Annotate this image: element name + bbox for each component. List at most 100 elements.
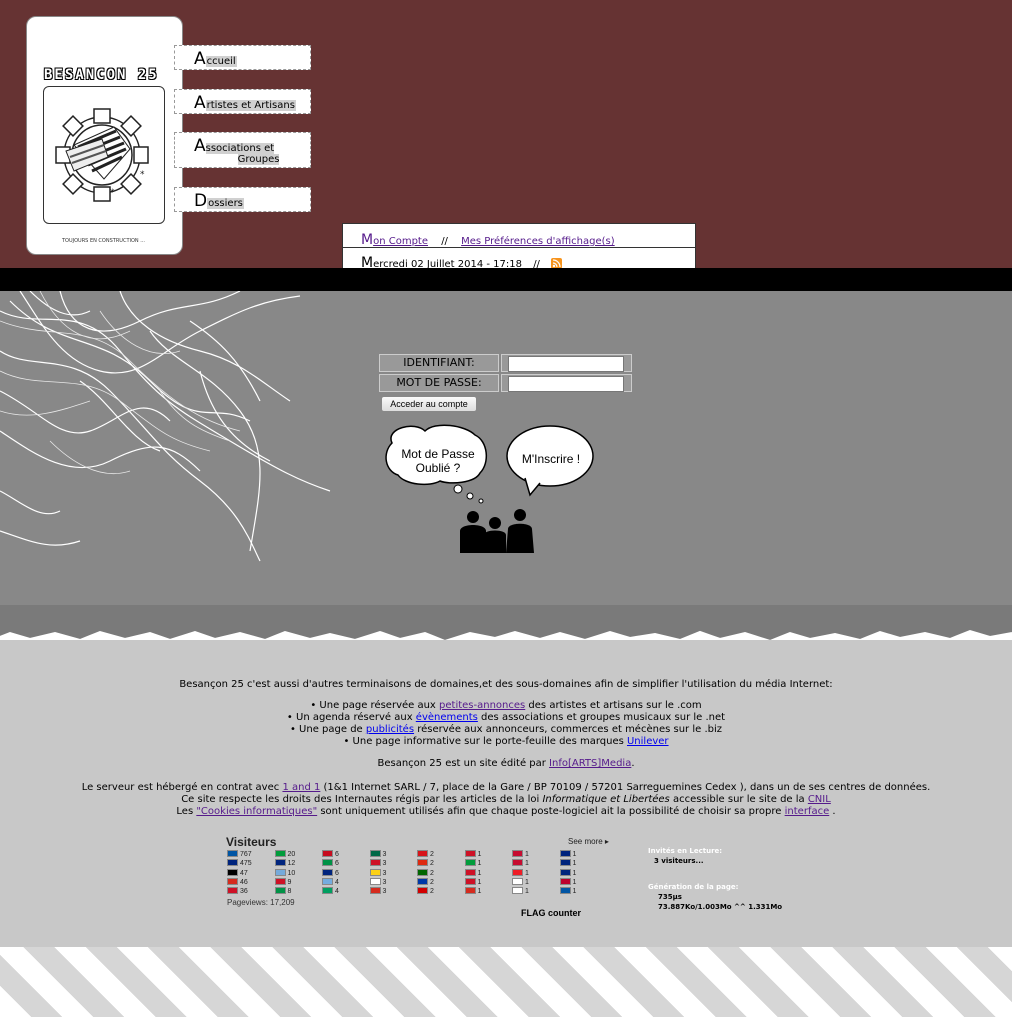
country-flag-icon: [227, 859, 238, 867]
country-flag-icon: [369, 859, 381, 867]
country-count-value: 2: [430, 851, 434, 858]
password-label: MOT DE PASSE:: [379, 374, 499, 392]
country-count-value: 1: [572, 851, 577, 858]
country-count: 1: [464, 859, 481, 868]
country-count: 2: [417, 850, 434, 859]
cnil-link[interactable]: CNIL: [808, 794, 831, 805]
main-content: IDENTIFIANT: MOT DE PASSE: Acceder au co…: [0, 291, 1012, 621]
country-flag-icon: [417, 868, 428, 876]
country-flag-icon: [559, 868, 571, 876]
password-input[interactable]: [508, 376, 624, 392]
nav-initial: A: [194, 136, 206, 156]
country-count: 767: [227, 850, 252, 859]
infoartsmedia-link[interactable]: Info[ARTS]Media: [549, 758, 631, 769]
country-count-value: 1: [477, 851, 482, 858]
annonces-link[interactable]: petites-annonces: [439, 700, 525, 711]
country-count-value: 9: [287, 878, 292, 886]
country-count-value: 47: [240, 869, 248, 877]
country-count: 1: [559, 868, 577, 878]
country-flag-icon: [369, 877, 381, 885]
country-count-value: 767: [240, 851, 252, 858]
footer-intro: Besançon 25 c'est aussi d'autres termina…: [179, 679, 833, 690]
country-count-value: 46: [240, 878, 248, 886]
country-flag-icon: [369, 868, 381, 876]
see-more-link[interactable]: See more ▸: [568, 837, 609, 846]
publicites-link[interactable]: publicités: [366, 724, 414, 735]
country-flag-icon: [512, 887, 523, 895]
identifiant-label: IDENTIFIANT:: [379, 354, 499, 372]
pageviews: Pageviews: 17,209: [227, 898, 295, 907]
preferences-link[interactable]: Mes Préférences d'affichage(s): [461, 236, 615, 247]
country-count: 8: [274, 887, 292, 896]
gear-icon: * *: [55, 108, 149, 202]
striped-background: [0, 947, 1012, 1017]
bubbles-illustration: [385, 424, 594, 553]
interface-link[interactable]: interface: [785, 806, 830, 817]
country-flag-icon: [322, 850, 333, 857]
flag-counter-label: FLAG counter: [521, 908, 581, 918]
country-count: 6: [322, 868, 339, 878]
country-flag-icon: [322, 868, 333, 876]
country-count: 1: [464, 887, 481, 896]
country-count-value: 3: [382, 888, 387, 896]
country-count: 3: [369, 887, 387, 896]
forgot-password-line2: Oublié ?: [415, 461, 461, 475]
nav-associations[interactable]: A ssociations et Groupes: [174, 132, 311, 168]
nav-accueil[interactable]: A ccueil: [174, 45, 311, 70]
country-flag-icon: [369, 850, 381, 857]
separator: //: [441, 236, 448, 247]
country-count: 2: [417, 887, 434, 896]
guests-label: Invités en Lecture:: [648, 847, 723, 855]
country-count-value: 8: [287, 888, 292, 896]
country-count: 6: [322, 859, 339, 868]
country-flag-icon: [322, 887, 333, 895]
visitor-counter[interactable]: Visiteurs See more ▸ 767 475 47 46 36 20 12 10 9…: [226, 834, 612, 924]
logo-emblem: * *: [43, 86, 165, 224]
nav-initial: A: [194, 93, 206, 113]
country-flag-icon: [227, 887, 238, 895]
country-flag-icon: [274, 850, 286, 857]
separator-band: [0, 268, 1012, 291]
country-count: 47: [227, 868, 248, 878]
evenements-link[interactable]: évènements: [416, 712, 478, 723]
identifiant-input[interactable]: [508, 356, 624, 372]
country-count-value: 3: [382, 869, 387, 877]
country-flag-icon: [559, 887, 571, 895]
country-count-value: 4: [335, 878, 339, 886]
country-flag-icon: [417, 877, 428, 885]
svg-text:*: *: [140, 170, 145, 180]
generation-memory: 73.887Ko/1.003Mo ^^ 1.331Mo: [658, 903, 783, 911]
login-button[interactable]: Acceder au compte: [381, 396, 477, 412]
unilever-link[interactable]: Unilever: [627, 736, 669, 747]
country-flag-icon: [227, 877, 238, 885]
country-count: 1: [512, 887, 529, 896]
nav-initial: A: [194, 49, 206, 69]
country-count: 3: [369, 877, 386, 887]
country-count-value: 1: [572, 888, 577, 896]
cookies-link[interactable]: "Cookies informatiques": [196, 806, 317, 817]
country-count: 2: [417, 868, 434, 878]
country-count-value: 1: [572, 869, 577, 877]
site-header: BESANCON 25 * * TOUJOURS EN CONSTRUCTION…: [0, 0, 1012, 271]
nav-artistes[interactable]: A rtistes et Artisans: [174, 89, 311, 114]
host-link[interactable]: 1 and 1: [282, 782, 320, 793]
nav-label: ossiers: [207, 198, 244, 209]
nav-label-2: Groupes: [237, 154, 280, 165]
country-count-value: 20: [287, 851, 296, 858]
flag-counter-logo[interactable]: FLAG counter: [521, 908, 581, 918]
country-flag-icon: [512, 877, 523, 885]
country-flag-icon: [274, 877, 286, 885]
country-flag-icon: [274, 859, 286, 867]
visitors-title: Visiteurs: [226, 835, 277, 849]
country-count: 6: [322, 850, 339, 859]
country-count: 4: [322, 887, 339, 896]
nav-label: ccueil: [205, 56, 237, 67]
nav-dossiers[interactable]: D ossiers: [174, 187, 311, 212]
country-flag-icon: [322, 877, 333, 885]
country-count: 46: [227, 877, 248, 887]
generation-label: Génération de la page:: [648, 883, 739, 891]
country-count: 3: [369, 868, 387, 878]
account-link[interactable]: Mon Compte: [361, 232, 431, 248]
country-count-value: 1: [477, 869, 482, 877]
logo-tagline: TOUJOURS EN CONSTRUCTION ...: [61, 238, 146, 244]
